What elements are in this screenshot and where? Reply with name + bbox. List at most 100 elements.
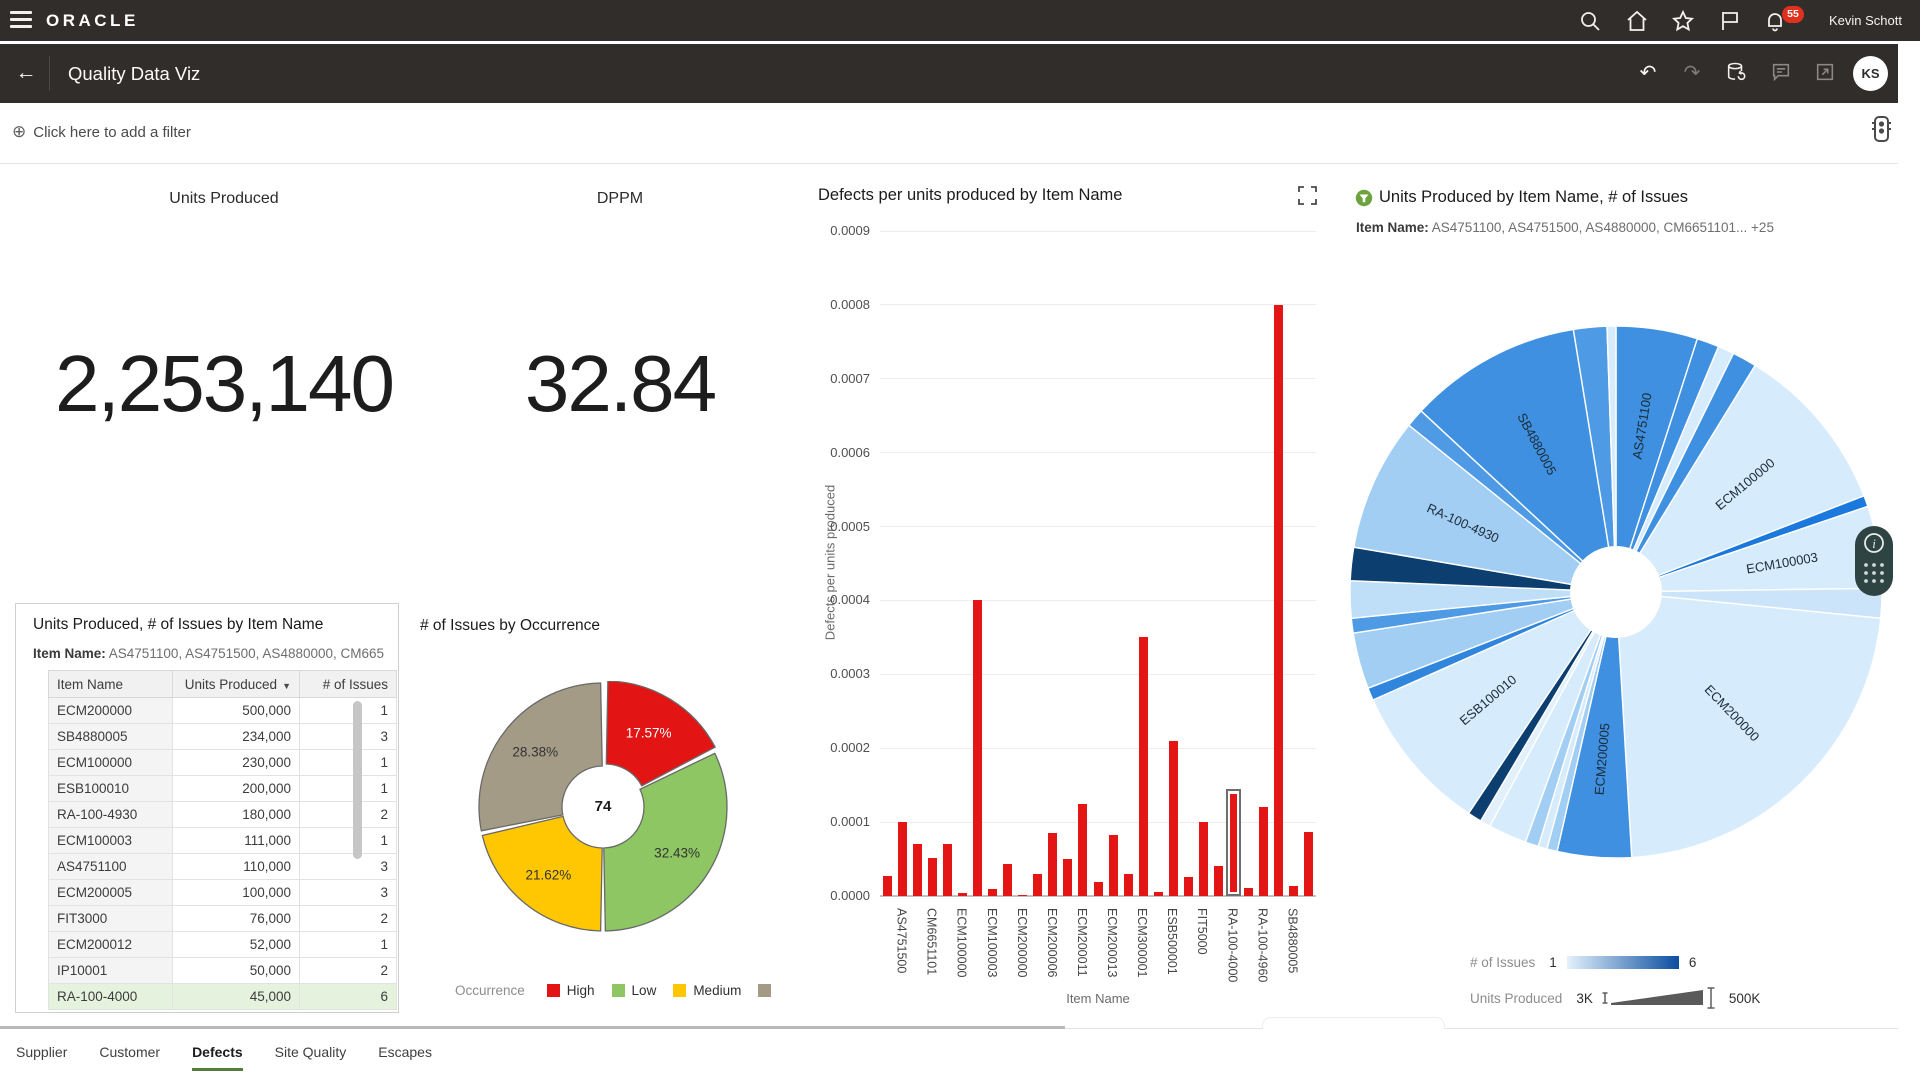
tab-supplier[interactable]: Supplier xyxy=(16,1044,67,1071)
hamburger-menu-icon[interactable] xyxy=(10,11,32,29)
bar[interactable] xyxy=(1184,877,1193,896)
table-row[interactable]: ECM100003111,0001 xyxy=(49,828,397,854)
bar[interactable] xyxy=(1214,866,1223,896)
export-icon[interactable] xyxy=(1813,61,1837,85)
tab-site-quality[interactable]: Site Quality xyxy=(275,1044,347,1071)
cell-issues[interactable]: 2 xyxy=(300,958,397,984)
table-row[interactable]: RA-100-4930180,0002 xyxy=(49,802,397,828)
floating-toolbar[interactable]: i xyxy=(1855,526,1893,596)
cell-issues[interactable]: 1 xyxy=(300,932,397,958)
cell-units-produced[interactable]: 500,000 xyxy=(173,698,300,724)
cell-item-name[interactable]: RA-100-4930 xyxy=(49,802,173,828)
cell-issues[interactable]: 1 xyxy=(300,698,397,724)
table-row[interactable]: RA-100-400045,0006 xyxy=(49,984,397,1010)
cell-issues[interactable]: 1 xyxy=(300,776,397,802)
user-avatar[interactable]: KS xyxy=(1853,56,1888,91)
cell-item-name[interactable]: ECM200000 xyxy=(49,698,173,724)
refresh-data-icon[interactable] xyxy=(1724,61,1748,85)
cell-item-name[interactable]: ECM200005 xyxy=(49,880,173,906)
donut-slice[interactable] xyxy=(604,753,727,931)
table-row[interactable]: ESB100010200,0001 xyxy=(49,776,397,802)
legend-item[interactable]: High xyxy=(547,983,595,998)
cell-issues[interactable]: 1 xyxy=(300,828,397,854)
home-icon[interactable] xyxy=(1625,9,1649,33)
cell-issues[interactable]: 2 xyxy=(300,906,397,932)
cell-units-produced[interactable]: 234,000 xyxy=(173,724,300,750)
table-row[interactable]: ECM100000230,0001 xyxy=(49,750,397,776)
bar[interactable] xyxy=(1109,835,1118,896)
bar[interactable] xyxy=(1244,888,1253,896)
bar[interactable] xyxy=(1048,833,1057,896)
legend-item[interactable]: Medium xyxy=(673,983,741,998)
cell-item-name[interactable]: IP10001 xyxy=(49,958,173,984)
cell-units-produced[interactable]: 76,000 xyxy=(173,906,300,932)
cell-units-produced[interactable]: 100,000 xyxy=(173,880,300,906)
bar[interactable] xyxy=(1289,886,1298,896)
cell-issues[interactable]: 2 xyxy=(300,802,397,828)
bar[interactable] xyxy=(1018,895,1027,896)
cell-item-name[interactable]: ECM100003 xyxy=(49,828,173,854)
bar[interactable] xyxy=(973,600,982,896)
undo-icon[interactable]: ↶ xyxy=(1636,61,1660,85)
cell-units-produced[interactable]: 110,000 xyxy=(173,854,300,880)
data-table[interactable]: Item NameUnits Produced▼# of IssuesECM20… xyxy=(48,670,397,1010)
cell-item-name[interactable]: RA-100-4000 xyxy=(49,984,173,1010)
cell-units-produced[interactable]: 200,000 xyxy=(173,776,300,802)
maximize-icon[interactable] xyxy=(1298,186,1317,210)
bar[interactable] xyxy=(1094,882,1103,896)
cell-units-produced[interactable]: 50,000 xyxy=(173,958,300,984)
bar[interactable] xyxy=(958,893,967,896)
table-scrollbar-thumb[interactable] xyxy=(353,701,362,859)
cell-item-name[interactable]: ECM200012 xyxy=(49,932,173,958)
legend-item[interactable]: Low xyxy=(612,983,657,998)
user-name[interactable]: Kevin Schott xyxy=(1829,13,1902,28)
tab-customer[interactable]: Customer xyxy=(99,1044,160,1071)
bar[interactable] xyxy=(1139,637,1148,896)
search-icon[interactable] xyxy=(1578,9,1602,33)
favorites-star-icon[interactable] xyxy=(1671,9,1695,33)
bar[interactable] xyxy=(1154,892,1163,896)
flag-icon[interactable] xyxy=(1718,9,1742,33)
bar[interactable] xyxy=(1078,804,1087,896)
cell-issues[interactable]: 1 xyxy=(300,750,397,776)
pie-chart[interactable] xyxy=(1348,324,1884,860)
bar[interactable] xyxy=(928,858,937,896)
cell-item-name[interactable]: ESB100010 xyxy=(49,776,173,802)
cell-item-name[interactable]: AS4751100 xyxy=(49,854,173,880)
table-row[interactable]: ECM200000500,0001 xyxy=(49,698,397,724)
bar-highlighted[interactable] xyxy=(1226,789,1241,896)
bar[interactable] xyxy=(1259,807,1268,896)
column-header[interactable]: Item Name xyxy=(49,671,173,698)
cell-issues[interactable]: 3 xyxy=(300,880,397,906)
table-row[interactable]: SB4880005234,0003 xyxy=(49,724,397,750)
redo-icon[interactable]: ↷ xyxy=(1680,61,1704,85)
cell-units-produced[interactable]: 180,000 xyxy=(173,802,300,828)
tab-escapes[interactable]: Escapes xyxy=(378,1044,432,1071)
table-row[interactable]: ECM20001252,0001 xyxy=(49,932,397,958)
bar[interactable] xyxy=(1033,874,1042,896)
bar[interactable] xyxy=(898,822,907,896)
back-button[interactable]: ← xyxy=(12,59,40,87)
cell-units-produced[interactable]: 45,000 xyxy=(173,984,300,1010)
cell-issues[interactable]: 6 xyxy=(300,984,397,1010)
bar[interactable] xyxy=(1063,859,1072,896)
bar[interactable] xyxy=(1169,741,1178,896)
table-panel[interactable]: Units Produced, # of Issues by Item Name… xyxy=(15,603,399,1013)
table-row[interactable]: IP1000150,0002 xyxy=(49,958,397,984)
bar[interactable] xyxy=(1003,864,1012,897)
kpi-units-produced[interactable]: Units Produced 2,253,140 xyxy=(14,190,434,450)
bar[interactable] xyxy=(988,889,997,896)
cell-issues[interactable]: 3 xyxy=(300,854,397,880)
column-header[interactable]: Units Produced▼ xyxy=(173,671,300,698)
table-row[interactable]: FIT300076,0002 xyxy=(49,906,397,932)
bar[interactable] xyxy=(1304,832,1313,896)
cell-issues[interactable]: 3 xyxy=(300,724,397,750)
cell-item-name[interactable]: FIT3000 xyxy=(49,906,173,932)
bar[interactable] xyxy=(883,876,892,896)
bar[interactable] xyxy=(1199,822,1208,896)
bar[interactable] xyxy=(913,844,922,896)
cell-item-name[interactable]: SB4880005 xyxy=(49,724,173,750)
cell-units-produced[interactable]: 52,000 xyxy=(173,932,300,958)
cell-units-produced[interactable]: 111,000 xyxy=(173,828,300,854)
legend-item[interactable] xyxy=(758,984,778,997)
